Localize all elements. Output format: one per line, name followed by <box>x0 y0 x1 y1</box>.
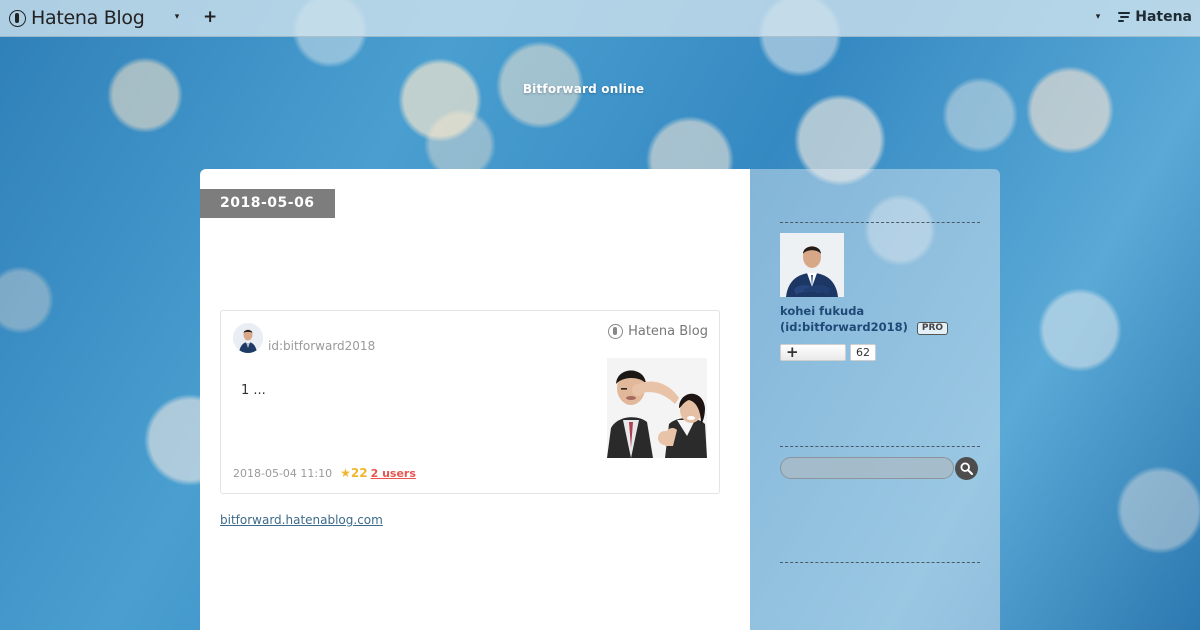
profile-name-block[interactable]: kohei fukuda (id:bitforward2018) PRO <box>780 303 949 335</box>
embed-user-id[interactable]: id:bitforward2018 <box>268 339 375 353</box>
blog-menu-chevron-down-icon[interactable]: ▾ <box>170 10 184 24</box>
author-avatar[interactable] <box>233 323 263 353</box>
hatena-blog-logo-icon <box>9 9 26 27</box>
profile-divider <box>780 222 980 223</box>
search-divider <box>780 446 980 447</box>
embed-footer: 2018-05-04 11:10 ★ 22 2 users <box>233 466 416 480</box>
profile-name[interactable]: kohei fukuda <box>780 303 948 319</box>
hatena-blog-logo[interactable]: Hatena Blog <box>9 7 145 29</box>
star-icon[interactable]: ★ <box>340 466 351 480</box>
search-icon <box>960 462 973 475</box>
follow-plus-icon: + <box>786 343 799 361</box>
pro-badge: PRO <box>916 322 949 335</box>
embed-thumbnail[interactable] <box>607 358 707 458</box>
star-count[interactable]: 22 <box>351 466 368 480</box>
profile-avatar[interactable] <box>780 233 844 297</box>
follower-count[interactable]: 62 <box>850 344 876 361</box>
search-button[interactable] <box>955 457 978 480</box>
entry-date[interactable]: 2018-05-06 <box>200 189 335 218</box>
embed-brand-text: Hatena Blog <box>628 324 708 339</box>
hatena-blog-icon <box>608 324 624 339</box>
embed-timestamp: 2018-05-04 11:10 <box>233 466 333 480</box>
user-menu-chevron-down-icon[interactable]: ▾ <box>1091 10 1105 24</box>
main-content: 2018-05-06 id:bitforward2018 Hatena Blog… <box>200 169 750 630</box>
hatena-logo[interactable]: Hatena <box>1118 9 1192 25</box>
blog-embed-card[interactable]: id:bitforward2018 Hatena Blog 1 ... 2018… <box>220 310 720 494</box>
profile-id[interactable]: (id:bitforward2018) <box>780 320 908 334</box>
embed-excerpt: 1 ... <box>241 383 266 398</box>
sidebar-divider <box>780 562 980 563</box>
add-entry-plus-icon[interactable]: + <box>203 8 217 26</box>
blog-site-link[interactable]: bitforward.hatenablog.com <box>220 513 383 527</box>
hatena-mark-icon <box>1118 12 1132 22</box>
hatena-logo-text: Hatena <box>1135 9 1192 25</box>
blog-title[interactable]: Bitforward online <box>0 82 1167 96</box>
global-header: Hatena Blog ▾ + ▾ Hatena <box>0 0 1200 37</box>
sidebar: kohei fukuda (id:bitforward2018) PRO + 6… <box>750 169 1000 630</box>
search-input[interactable] <box>780 457 954 479</box>
hatena-blog-logo-text: Hatena Blog <box>31 7 145 29</box>
bookmark-users-link[interactable]: 2 users <box>371 467 416 480</box>
embed-hatena-blog-brand: Hatena Blog <box>608 324 708 339</box>
follow-button[interactable]: + <box>780 344 846 361</box>
